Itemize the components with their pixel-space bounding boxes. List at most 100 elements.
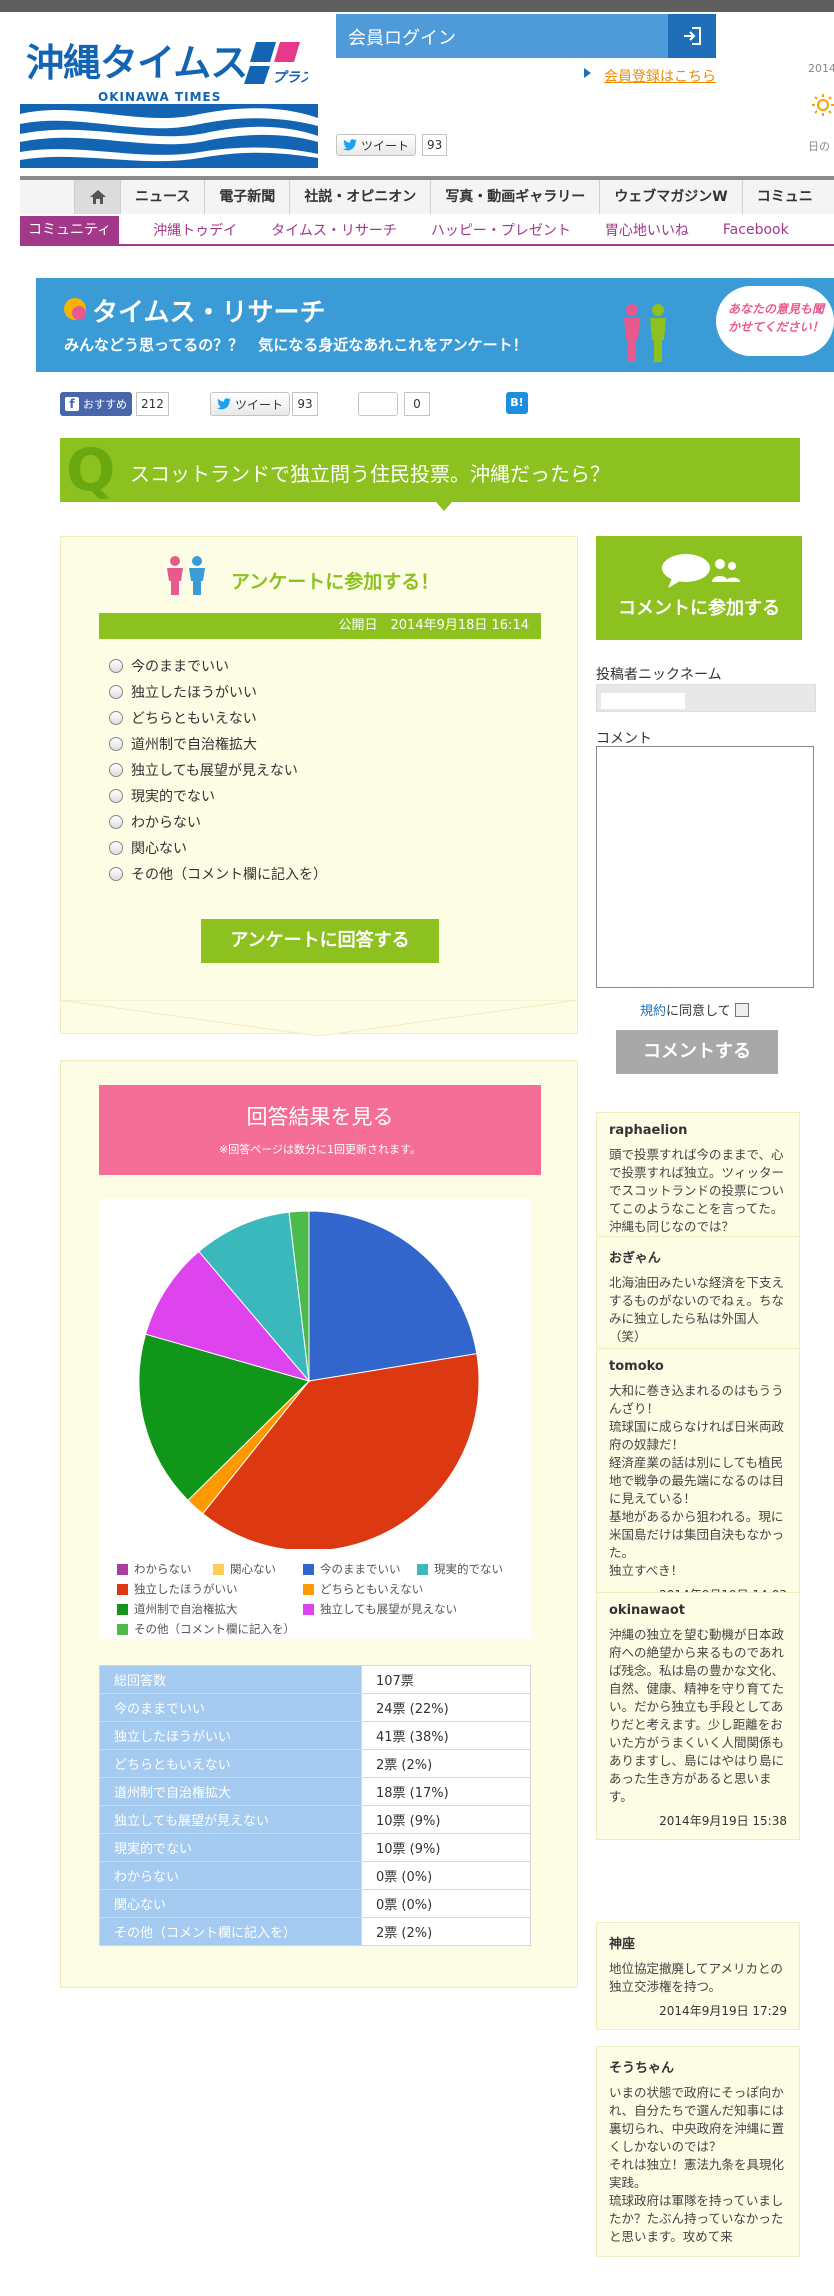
register-link[interactable]: 会員登録はこちら xyxy=(604,66,716,86)
join-comment-panel[interactable]: コメントに参加する xyxy=(596,536,802,640)
comment-card: tomoko 大和に巻き込まれるのはもううんざり！ 琉球国に成らなければ日米両政府… xyxy=(596,1348,800,1614)
banner-dot-accent xyxy=(72,306,86,320)
submit-comment-button[interactable]: コメントする xyxy=(616,1030,778,1074)
results-row-label: 道州制で自治権拡大 xyxy=(99,1777,362,1806)
radio-button[interactable] xyxy=(109,711,123,725)
question-notch xyxy=(436,502,452,511)
member-login-bar[interactable]: 会員ログイン xyxy=(336,14,716,58)
header-tweet-button[interactable]: ツイート xyxy=(336,134,417,156)
option-label: 今のままでいい xyxy=(131,659,229,675)
share-blank-count: 0 xyxy=(404,392,430,416)
comment-author: 神座 xyxy=(609,1937,636,1952)
results-row-value: 0票 (0%) xyxy=(361,1861,531,1890)
register-arrow-icon xyxy=(584,68,591,78)
comment-textarea[interactable] xyxy=(596,746,814,988)
logo-waves xyxy=(20,104,318,168)
question-q-letter: Q xyxy=(66,436,116,504)
banner-speech-bubble: あなたの意見も聞かせてください！ xyxy=(716,286,834,356)
nav-item-e-paper[interactable]: 電子新聞 xyxy=(204,180,289,214)
survey-option[interactable]: 独立したほうがいい xyxy=(109,679,327,705)
question-text: スコットランドで独立問う住民投票。沖縄だったら？ xyxy=(130,462,610,486)
subnav-item-ishinchi[interactable]: 胃心地いいね xyxy=(605,220,689,240)
legend-swatch xyxy=(303,1583,314,1595)
results-row-label: わからない xyxy=(99,1861,362,1890)
results-row-label: 関心ない xyxy=(99,1889,362,1918)
comment-body: 地位協定撤廃してアメリカとの独立交渉権を持つ。 xyxy=(609,1961,783,1994)
legend-label: どちらともいえない xyxy=(320,1582,424,1596)
subnav-item-okinawa-today[interactable]: 沖縄トゥデイ xyxy=(153,220,237,240)
comment-author: raphaelion xyxy=(609,1123,688,1138)
nav-item-news[interactable]: ニュース xyxy=(120,180,204,214)
survey-option[interactable]: 道州制で自治権拡大 xyxy=(109,731,327,757)
nickname-input[interactable] xyxy=(596,684,816,712)
header-tweet: ツイート 93 xyxy=(336,134,448,156)
survey-option[interactable]: わからない xyxy=(109,809,327,835)
share-tweet-button[interactable]: ツイート xyxy=(210,392,291,416)
results-row-label: その他（コメント欄に記入を） xyxy=(99,1917,362,1946)
agree-text: に同意して xyxy=(666,1004,731,1019)
radio-button[interactable] xyxy=(109,789,123,803)
legend-item: どちらともいえない xyxy=(303,1581,423,1597)
comment-bubble-icon xyxy=(662,554,740,588)
survey-box-arrow xyxy=(60,1000,578,1036)
terms-link[interactable]: 規約 xyxy=(640,1000,666,1019)
results-row-value: 2票 (2%) xyxy=(361,1749,531,1778)
facebook-recommend-button[interactable]: f おすすめ xyxy=(60,392,132,416)
subnav-item-times-research[interactable]: タイムス・リサーチ xyxy=(271,220,397,240)
results-row: 独立しても展望が見えない 10票 (9%) xyxy=(99,1805,531,1834)
results-note: ※回答ページは数分に1回更新されます。 xyxy=(219,1143,421,1156)
comment-body: 頭で投票すれば今のままで、心で投票すれば独立。ツィッターでスコットランドの投票に… xyxy=(609,1147,785,1234)
comment-author: okinawaot xyxy=(609,1603,685,1618)
sun-weather-icon xyxy=(812,94,834,116)
survey-option[interactable]: 現実的でない xyxy=(109,783,327,809)
share-tweet: ツイート xyxy=(210,392,291,416)
subnav-item-happy-present[interactable]: ハッピー・プレゼント xyxy=(431,220,571,240)
results-row-label: どちらともいえない xyxy=(99,1749,362,1778)
logo-plus-text: プラス xyxy=(272,70,308,86)
radio-button[interactable] xyxy=(109,763,123,777)
site-logo[interactable]: 沖縄タイムス プラス OKINAWA TIMES xyxy=(20,16,318,168)
nav-item-web-magazine[interactable]: ウェブマガジンW xyxy=(599,180,741,214)
results-header[interactable]: 回答結果を見る ※回答ページは数分に1回更新されます。 xyxy=(99,1085,541,1175)
agree-checkbox[interactable] xyxy=(734,1002,749,1017)
results-row-label: 独立しても展望が見えない xyxy=(99,1805,362,1834)
login-button[interactable] xyxy=(668,14,716,58)
radio-button[interactable] xyxy=(109,659,123,673)
radio-button[interactable] xyxy=(109,841,123,855)
radio-button[interactable] xyxy=(109,867,123,881)
survey-option[interactable]: その他（コメント欄に記入を） xyxy=(109,861,327,887)
survey-option[interactable]: 今のままでいい xyxy=(109,653,327,679)
comment-card: 神座 地位協定撤廃してアメリカとの独立交渉権を持つ。 2014年9月19日 17:2… xyxy=(596,1922,800,2030)
survey-publish-date: 公開日 2014年9月18日 16:14 xyxy=(99,613,541,639)
nav-item-community[interactable]: コミュニ xyxy=(741,180,827,214)
results-row: 総回答数 107票 xyxy=(99,1665,531,1694)
comment-author: そうちゃん xyxy=(609,2061,675,2076)
results-table: 総回答数 107票 今のままでいい 24票 (22%) 独立したほうがいい 41票 (38… xyxy=(99,1665,531,1946)
comment-body: 北海油田みたいな経済を下支えするものがないのでねぇ。ちなみに独立したら私は外国人… xyxy=(609,1275,785,1344)
question-bar: Q スコットランドで独立問う住民投票。沖縄だったら？ xyxy=(60,436,800,511)
answer-survey-button[interactable]: アンケートに回答する xyxy=(201,919,439,963)
results-row: 道州制で自治権拡大 18票 (17%) xyxy=(99,1777,531,1806)
hatena-bookmark-button[interactable]: B! xyxy=(506,392,528,414)
nav-home[interactable] xyxy=(74,180,120,214)
subnav-item-facebook[interactable]: Facebook xyxy=(723,222,789,238)
nav-item-gallery[interactable]: 写真・動画ギャラリー xyxy=(430,180,599,214)
legend-label: わからない xyxy=(134,1562,192,1576)
survey-option[interactable]: 独立しても展望が見えない xyxy=(109,757,327,783)
results-row-value: 10票 (9%) xyxy=(361,1805,531,1834)
radio-button[interactable] xyxy=(109,685,123,699)
survey-option[interactable]: 関心ない xyxy=(109,835,327,861)
survey-option[interactable]: どちらともいえない xyxy=(109,705,327,731)
results-row: その他（コメント欄に記入を） 2票 (2%) xyxy=(99,1917,531,1946)
results-row-value: 107票 xyxy=(361,1665,531,1694)
nickname-input-field[interactable] xyxy=(601,693,685,709)
radio-button[interactable] xyxy=(109,737,123,751)
results-row: 現実的でない 10票 (9%) xyxy=(99,1833,531,1862)
survey-options: 今のままでいい 独立したほうがいい どちらともいえない 道州制で自治権拡大 独立… xyxy=(109,653,327,887)
radio-button[interactable] xyxy=(109,815,123,829)
legend-swatch xyxy=(303,1603,314,1615)
option-label: 現実的でない xyxy=(131,789,215,805)
legend-swatch xyxy=(303,1563,314,1575)
share-button-blank[interactable] xyxy=(358,392,398,416)
nav-item-editorial[interactable]: 社説・オピニオン xyxy=(289,180,430,214)
